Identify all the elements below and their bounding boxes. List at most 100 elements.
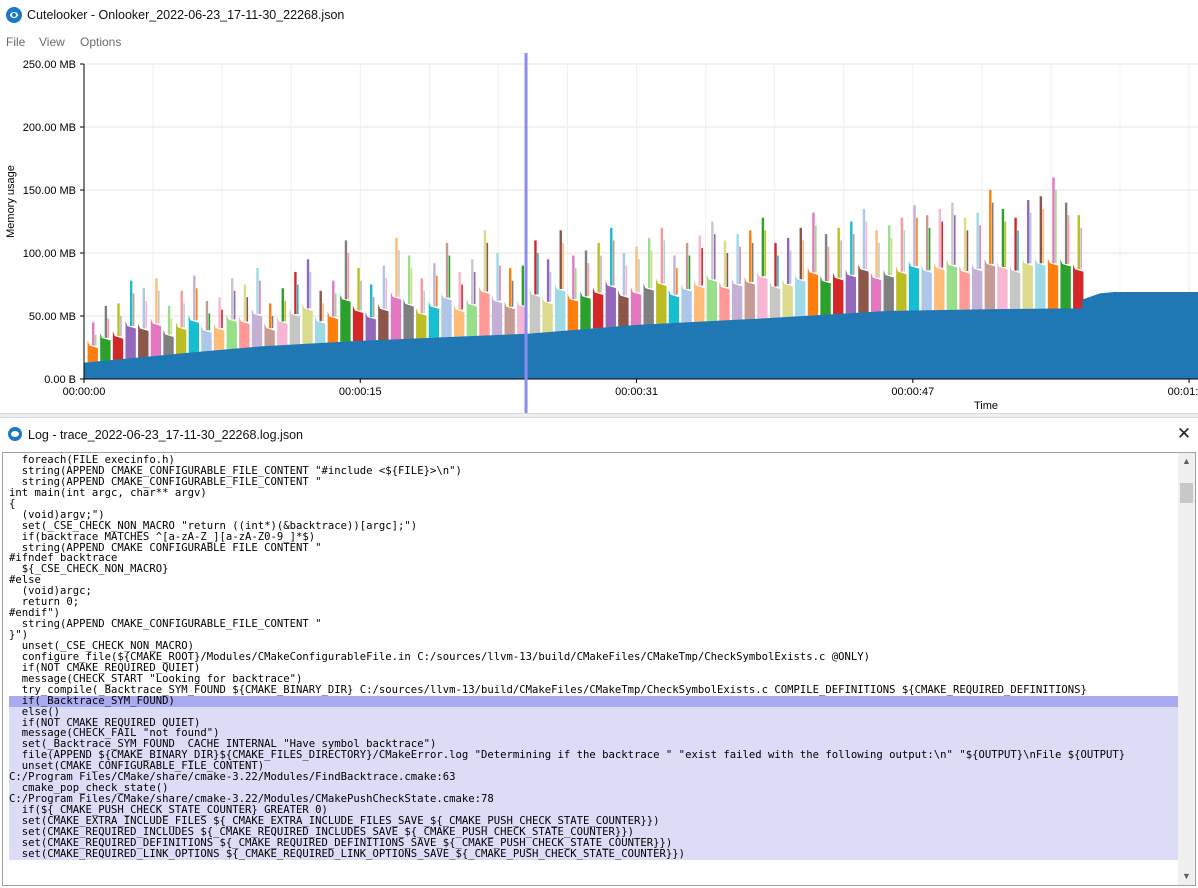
spike-peak [739, 246, 741, 284]
log-line[interactable]: foreach(FILE execinfo.h) [9, 455, 1179, 466]
log-line[interactable]: #ifndef backtrace [9, 553, 1179, 564]
spike-peak [170, 318, 173, 335]
log-line[interactable]: }") [9, 630, 1179, 641]
spike-peak [688, 255, 691, 290]
spike-peak [938, 208, 941, 268]
spike-peak [104, 305, 108, 338]
spike-peak [650, 250, 653, 289]
log-line[interactable]: { [9, 499, 1179, 510]
menu-view[interactable]: View [39, 35, 65, 49]
log-line[interactable]: cmake_pop_check_state() [9, 783, 1179, 795]
memory-chart[interactable]: 0.00 B 50.00 MB 100.00 MB 150.00 MB 200.00 M… [0, 53, 1198, 413]
log-line[interactable]: (void)argv;") [9, 510, 1179, 521]
log-line[interactable]: configure_file(${CMAKE_ROOT}/Modules/CMa… [9, 652, 1179, 663]
spike-body [1047, 258, 1059, 309]
spike-peak [284, 300, 286, 322]
spike-peak [1027, 200, 1030, 264]
spike-peak [663, 240, 666, 284]
menu-options[interactable]: Options [80, 35, 121, 49]
spike-peak [1077, 215, 1080, 270]
log-line[interactable]: string(APPEND CMAKE_CONFIGURABLE_FILE_CO… [9, 477, 1179, 488]
log-line[interactable]: #endif") [9, 608, 1179, 619]
spike-peak [824, 234, 828, 281]
log-line[interactable]: message(CHECK_START "Looking for backtra… [9, 674, 1179, 685]
menu-file[interactable]: File [6, 35, 25, 49]
spike-peak [521, 265, 525, 306]
spike-peak [610, 227, 613, 286]
spike-body [466, 298, 477, 337]
spike-peak [1039, 196, 1043, 264]
spike-body [795, 274, 806, 317]
spike-peak [423, 290, 425, 314]
spike-body [567, 293, 579, 331]
scroll-thumb[interactable] [1180, 483, 1193, 503]
spike-peak [496, 253, 499, 301]
spike-peak [407, 255, 411, 304]
spike-peak [271, 316, 274, 329]
vertical-scrollbar[interactable]: ▲ ▼ [1178, 453, 1195, 885]
log-line[interactable]: int main(int argc, char** argv) [9, 488, 1179, 499]
spike-peak [685, 242, 689, 290]
spike-body [592, 287, 604, 329]
log-line[interactable]: if(backtrace MATCHES ^[a-zA-Z_][a-zA-Z0-… [9, 532, 1179, 543]
log-line[interactable]: #else [9, 575, 1179, 586]
log-line[interactable]: set(CMAKE_REQUIRED_LINK_OPTIONS ${_CMAKE… [9, 848, 1179, 860]
log-line-selected[interactable]: if(_Backtrace_SYM_FOUND) [9, 695, 1179, 707]
spike-peak [158, 290, 160, 324]
memory-chart-svg[interactable]: 0.00 B 50.00 MB 100.00 MB 150.00 MB 200.00 M… [0, 53, 1198, 413]
log-line[interactable]: return 0; [9, 597, 1179, 608]
log-line[interactable]: string(APPEND CMAKE_CONFIGURABLE_FILE_CO… [9, 466, 1179, 477]
log-line[interactable]: set(CMAKE_EXTRA_INCLUDE_FILES ${_CMAKE_E… [9, 815, 1179, 827]
log-line[interactable]: message(CHECK_FAIL "not found") [9, 728, 1179, 740]
spike-peak [167, 305, 171, 335]
spike-peak [713, 234, 716, 280]
spike-body [125, 320, 136, 359]
spike-peak [132, 293, 135, 326]
log-line[interactable]: if(NOT CMAKE_REQUIRED_QUIET) [9, 663, 1179, 674]
log-text[interactable]: foreach(FILE execinfo.h) string(APPEND C… [9, 455, 1179, 860]
spike-body [352, 305, 364, 342]
y-tick-label: 150.00 MB [23, 185, 76, 197]
spike-peak [398, 250, 400, 297]
spike-peak [850, 221, 853, 275]
spike-peak [180, 290, 183, 328]
spike-peak [827, 246, 830, 281]
log-line[interactable]: try_compile(_Backtrace_SYM_FOUND ${CMAKE… [9, 685, 1179, 696]
close-icon[interactable]: ✕ [1172, 422, 1196, 446]
spike-peak [802, 240, 804, 280]
spike-peak [799, 227, 802, 280]
log-line[interactable]: if(NOT CMAKE_REQUIRED_QUIET) [9, 717, 1179, 729]
log-line[interactable]: set(_CSE_CHECK_NON_MACRO "return ((int*)… [9, 521, 1179, 532]
log-line[interactable]: else() [9, 706, 1179, 718]
log-line[interactable]: file(APPEND ${CMAKE_BINARY_DIR}${CMAKE_F… [9, 750, 1179, 762]
y-tick-label: 100.00 MB [23, 248, 76, 260]
spike-peak [1014, 217, 1017, 271]
log-line[interactable]: string(APPEND CMAKE_CONFIGURABLE_FILE_CO… [9, 543, 1179, 554]
spike-peak [862, 208, 866, 270]
spike-peak [941, 221, 943, 268]
log-line[interactable]: string(APPEND CMAKE_CONFIGURABLE_FILE_CO… [9, 619, 1179, 630]
spike-peak [145, 300, 147, 329]
log-view[interactable]: foreach(FILE execinfo.h) string(APPEND C… [2, 452, 1196, 886]
scroll-up-icon[interactable]: ▲ [1178, 453, 1195, 470]
log-line[interactable]: C:/Program Files/CMake/share/cmake-3.22/… [9, 772, 1179, 784]
spike-peak [925, 215, 929, 271]
spike-peak [635, 246, 638, 293]
log-line[interactable]: (void)argc; [9, 586, 1179, 597]
log-line[interactable]: if(${_CMAKE_PUSH_CHECK_STATE_COUNTER} GR… [9, 805, 1179, 816]
log-line[interactable]: set(_Backtrace_SYM_FOUND CACHE INTERNAL … [9, 739, 1179, 751]
spike-body [542, 296, 553, 333]
spike-peak [989, 190, 992, 264]
log-line[interactable]: ${_CSE_CHECK_NON_MACRO} [9, 564, 1179, 575]
spike-peak [94, 334, 97, 346]
log-line[interactable]: set(CMAKE_REQUIRED_INCLUDES ${_CMAKE_REQ… [9, 826, 1179, 838]
log-line[interactable]: unset(CMAKE_CONFIGURABLE_FILE_CONTENT) [9, 761, 1179, 773]
spike-peak [360, 280, 362, 311]
spike-peak [1052, 177, 1055, 264]
log-line[interactable]: C:/Program Files/CMake/share/cmake-3.22/… [9, 794, 1179, 805]
spike-body [1035, 258, 1046, 309]
log-line[interactable]: set(CMAKE_REQUIRED_DEFINITIONS ${_CMAKE_… [9, 837, 1179, 849]
log-line[interactable]: unset(_CSE_CHECK_NON_MACRO) [9, 641, 1179, 652]
scroll-down-icon[interactable]: ▼ [1178, 868, 1195, 885]
spike-peak [357, 268, 360, 311]
